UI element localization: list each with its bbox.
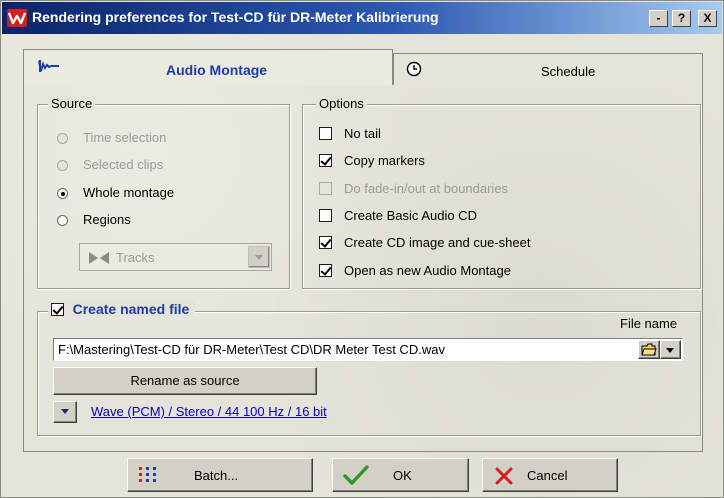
checkbox-cd-image-cue-label: Create CD image and cue-sheet <box>344 235 531 250</box>
checkbox-fade-boundaries-label: Do fade-in/out at boundaries <box>344 181 509 196</box>
tab-schedule[interactable]: Schedule <box>393 53 703 85</box>
radio-regions[interactable] <box>57 215 68 226</box>
ok-button-label: OK <box>393 468 412 483</box>
batch-grid-icon <box>138 466 158 487</box>
chevron-down-icon <box>666 348 674 353</box>
batch-button-label: Batch... <box>194 468 239 483</box>
radio-time-selection-label: Time selection <box>83 130 167 145</box>
checkbox-create-named-file-label: Create named file <box>72 301 190 317</box>
folder-open-icon <box>641 343 657 359</box>
help-icon: ? <box>677 11 686 25</box>
checkbox-basic-audio-cd[interactable] <box>319 209 332 222</box>
checkbox-cd-image-cue[interactable] <box>319 236 332 249</box>
radio-regions-label: Regions <box>83 212 131 227</box>
file-path-value: F:\Mastering\Test-CD für DR-Meter\Test C… <box>58 342 445 357</box>
wavelab-logo-icon <box>7 9 27 27</box>
checkbox-fade-boundaries[interactable] <box>319 182 332 195</box>
checkbox-open-new-montage-label: Open as new Audio Montage <box>344 263 511 278</box>
file-path-field[interactable]: F:\Mastering\Test-CD für DR-Meter\Test C… <box>53 338 683 361</box>
checkbox-basic-audio-cd-label: Create Basic Audio CD <box>344 208 477 223</box>
bowtie-icon <box>88 251 110 268</box>
help-button[interactable]: ? <box>672 10 691 27</box>
rename-as-source-button[interactable]: Rename as source <box>53 367 317 395</box>
checkbox-no-tail-label: No tail <box>344 126 381 141</box>
rename-as-source-label: Rename as source <box>130 373 240 388</box>
radio-whole-montage[interactable] <box>57 188 68 199</box>
checkbox-open-new-montage[interactable] <box>319 264 332 277</box>
regions-select-dropdown-button[interactable] <box>248 246 270 268</box>
cancel-button[interactable]: Cancel <box>482 458 618 492</box>
regions-select-value: Tracks <box>116 250 155 265</box>
tab-audio-montage-label: Audio Montage <box>166 62 268 78</box>
radio-selected-clips-label: Selected clips <box>83 157 164 172</box>
waveform-icon <box>38 59 60 76</box>
ok-button[interactable]: OK <box>332 458 469 492</box>
file-name-label: File name <box>620 316 678 331</box>
cancel-button-label: Cancel <box>527 468 568 483</box>
checkbox-copy-markers-label: Copy markers <box>344 153 425 168</box>
cancel-x-icon <box>495 467 513 488</box>
batch-button[interactable]: Batch... <box>127 458 313 492</box>
browse-folder-button[interactable] <box>638 340 660 359</box>
minimize-button[interactable]: - <box>649 10 668 27</box>
title-bar[interactable]: Rendering preferences for Test-CD für DR… <box>2 2 722 34</box>
chevron-down-icon <box>61 409 69 414</box>
close-icon: X <box>703 11 712 25</box>
checkbox-copy-markers[interactable] <box>319 154 332 167</box>
rendering-preferences-dialog: Rendering preferences for Test-CD für DR… <box>0 0 724 498</box>
options-group-title: Options <box>316 96 367 111</box>
checkbox-no-tail[interactable] <box>319 127 332 140</box>
named-file-group-header: Create named file <box>48 301 196 317</box>
regions-select[interactable]: Tracks <box>79 243 272 271</box>
tab-schedule-label: Schedule <box>541 64 596 79</box>
minimize-icon: - <box>656 11 661 25</box>
format-options-button[interactable] <box>53 401 77 423</box>
file-path-dropdown-button[interactable] <box>660 340 681 359</box>
radio-selected-clips[interactable] <box>57 160 68 171</box>
tab-audio-montage[interactable]: Audio Montage <box>23 49 393 85</box>
window-title: Rendering preferences for Test-CD für DR… <box>32 9 439 25</box>
radio-time-selection[interactable] <box>57 133 68 144</box>
close-button[interactable]: X <box>698 10 717 27</box>
source-group-title: Source <box>48 96 96 111</box>
chevron-down-icon <box>255 255 263 260</box>
check-icon <box>343 464 369 489</box>
radio-whole-montage-label: Whole montage <box>83 185 175 200</box>
audio-format-link[interactable]: Wave (PCM) / Stereo / 44 100 Hz / 16 bit <box>91 404 327 419</box>
checkbox-create-named-file[interactable] <box>51 303 64 316</box>
clock-icon <box>406 61 422 80</box>
